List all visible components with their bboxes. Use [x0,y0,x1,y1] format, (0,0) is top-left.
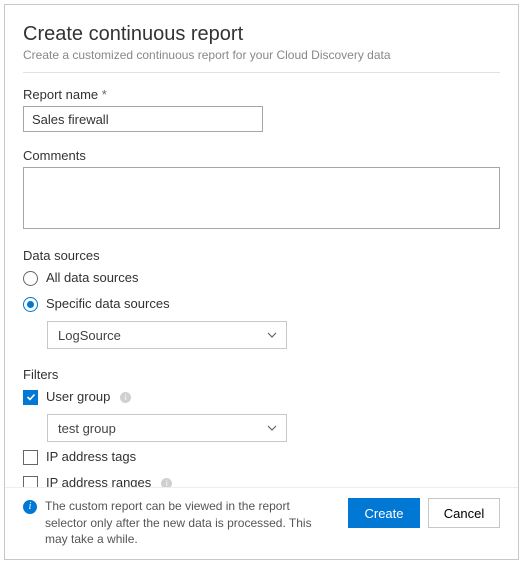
data-source-dropdown[interactable]: LogSource [47,321,287,349]
checkbox-ip-ranges[interactable]: IP address ranges i [23,474,500,487]
checkbox-ip-tags[interactable]: IP address tags [23,448,500,466]
checkbox-label: IP address ranges [46,474,151,487]
checkbox-icon-checked [23,390,38,405]
comments-label: Comments [23,148,500,163]
info-icon[interactable]: i [161,478,172,488]
page-subtitle: Create a customized continuous report fo… [23,48,500,62]
chevron-down-icon [266,422,278,434]
divider [23,72,500,73]
chevron-down-icon [266,329,278,341]
report-name-label: Report name [23,87,500,102]
report-name-input[interactable] [23,106,263,132]
create-button[interactable]: Create [348,498,420,528]
filters-label: Filters [23,367,500,382]
checkbox-icon [23,450,38,465]
dropdown-value: test group [58,421,116,436]
create-report-dialog: Create continuous report Create a custom… [4,4,519,560]
data-sources-label: Data sources [23,248,500,263]
page-title: Create continuous report [23,23,500,46]
button-group: Create Cancel [348,498,500,528]
info-icon-blue: i [23,500,37,514]
radio-all-sources[interactable]: All data sources [23,269,500,287]
dialog-content: Create continuous report Create a custom… [5,5,518,487]
radio-icon [23,271,38,286]
radio-label: Specific data sources [46,295,170,313]
checkbox-user-group[interactable]: User group i [23,388,500,406]
radio-label: All data sources [46,269,139,287]
radio-specific-sources[interactable]: Specific data sources [23,295,500,313]
check-icon [26,392,36,402]
cancel-button[interactable]: Cancel [428,498,500,528]
footer-info-text: The custom report can be viewed in the r… [45,498,340,547]
radio-icon-selected [23,297,38,312]
comments-input[interactable] [23,167,500,229]
checkbox-label: IP address tags [46,448,136,466]
info-icon[interactable]: i [120,392,131,403]
user-group-dropdown[interactable]: test group [47,414,287,442]
dropdown-value: LogSource [58,328,121,343]
dialog-footer: i The custom report can be viewed in the… [5,487,518,559]
checkbox-icon [23,476,38,488]
checkbox-label: User group [46,388,110,406]
